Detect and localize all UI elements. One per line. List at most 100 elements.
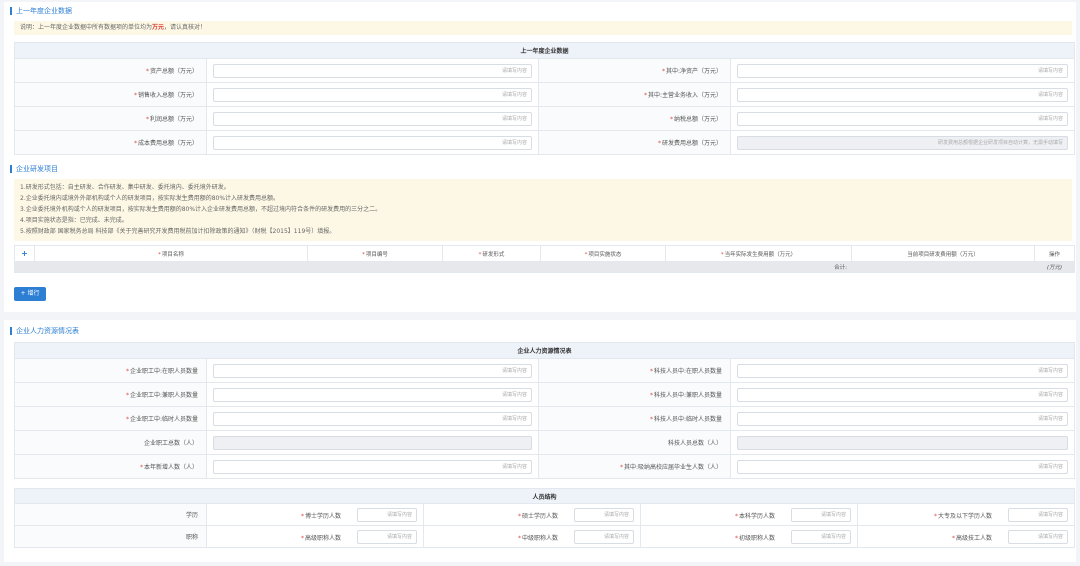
- hr-panel: 企业人力资源情况表 企业人力资源情况表 *企业职工中:在职人员数量 请填写内容 …: [4, 320, 1076, 562]
- staff-total-disabled-input: [213, 435, 532, 450]
- sum-row: 合计: (万元): [14, 261, 1075, 273]
- rd-note-line: 5.按照财政部 国家税务总局 科技部《关于完善研究开发费用税前加计扣除政策的通知…: [20, 228, 336, 235]
- field-label: *利润总额（万元）: [14, 106, 207, 131]
- total-profit-input[interactable]: 请填写内容: [213, 111, 532, 126]
- section-title-last-year: 上一年度企业数据: [10, 7, 72, 15]
- field-label: *本科学历人数: [734, 513, 775, 520]
- rd-note-line: 3.企业委托境外机构或个人的研发项目，按实际发生费用额的80%计入企业研发费用总…: [20, 206, 382, 213]
- table-header: 人员结构: [13, 488, 1076, 504]
- form-row: *企业职工中:在职人员数量 请填写内容 *科技人员中:在职人员数量 请填写内容: [14, 358, 1076, 383]
- personnel-structure-table: 人员结构 学历 *博士学历人数 请填写内容 *硕士学历人数 请填写内容 *本科学历人…: [13, 488, 1076, 548]
- field-label: 科技人员总数（人）: [538, 430, 731, 455]
- notice-unit: 万元: [152, 24, 165, 31]
- hr-table: 企业人力资源情况表 *企业职工中:在职人员数量 请填写内容 *科技人员中:在职人…: [13, 342, 1076, 479]
- field-label: *高级职称人数: [300, 535, 341, 542]
- col-rd-form: *研发形式: [442, 245, 541, 262]
- section-title-rd-projects: 企业研发项目: [10, 165, 58, 173]
- rd-project-table: + *项目名称 *项目编号 *研发形式 *项目实施状态 *当年实际发生费用额（万…: [14, 245, 1075, 273]
- total-tax-input[interactable]: 请填写内容: [737, 111, 1069, 126]
- staff-temporary-input[interactable]: 请填写内容: [213, 411, 532, 426]
- enterprise-data-panel: 上一年度企业数据 说明：上一年度企业数据中所有数据项的单位均为万元，请认真核对！…: [4, 2, 1076, 312]
- form-row: *成本费用总额（万元） 请填写内容 *研发费用总额（万元） 研发费用总额根据企业…: [14, 130, 1076, 155]
- field-label: *高级技工人数: [952, 535, 993, 542]
- field-label: *中级职称人数: [517, 535, 558, 542]
- form-row: *企业职工中:兼职人员数量 请填写内容 *科技人员中:兼职人员数量 请填写内容: [14, 382, 1076, 407]
- field-label: *博士学历人数: [300, 513, 341, 520]
- table-header: 企业人力资源情况表: [13, 342, 1076, 359]
- col-project-name: *项目名称: [34, 245, 308, 262]
- staff-parttime-input[interactable]: 请填写内容: [213, 387, 532, 402]
- junior-title-input[interactable]: 请填写内容: [791, 530, 851, 544]
- field-label: *初级职称人数: [734, 535, 775, 542]
- field-label: *硕士学历人数: [517, 513, 558, 520]
- field-label: *其中:主营业务收入（万元）: [538, 82, 731, 107]
- field-label: *纳税总额（万元）: [538, 106, 731, 131]
- section-title-hr: 企业人力资源情况表: [10, 327, 79, 335]
- col-project-rd-expense: 当前项目研发费用额（万元）: [851, 245, 1035, 262]
- rd-note-line: 4.项目实施状态是指：已完成、未完成。: [20, 217, 128, 224]
- education-label: 学历: [14, 503, 207, 526]
- middle-title-input[interactable]: 请填写内容: [574, 530, 634, 544]
- rd-expense-disabled-input: 研发费用总额根据企业研发项目自动计算，无需手动填写: [737, 135, 1069, 150]
- bachelor-count-input[interactable]: 请填写内容: [791, 508, 851, 522]
- tech-parttime-input[interactable]: 请填写内容: [737, 387, 1069, 402]
- last-year-table: 上一年度企业数据 *资产总额（万元） 请填写内容 *其中:净资产（万元） 请填写…: [13, 42, 1076, 155]
- field-label: *成本费用总额（万元）: [14, 130, 207, 155]
- master-count-input[interactable]: 请填写内容: [574, 508, 634, 522]
- field-label: *企业职工中:兼职人员数量: [14, 382, 207, 407]
- field-label: *其中:净资产（万元）: [538, 58, 731, 83]
- phd-count-input[interactable]: 请填写内容: [357, 508, 417, 522]
- notice-text-end: ，请认真核对！: [164, 24, 207, 31]
- sales-revenue-input[interactable]: 请填写内容: [213, 87, 532, 102]
- field-label: *科技人员中:临时人员数量: [538, 406, 731, 431]
- field-label: *销售收入总额（万元）: [14, 82, 207, 107]
- sum-unit: (万元): [1034, 261, 1075, 273]
- rd-note-line: 2.企业委托境内或境外外部机构或个人的研发项目，按实际发生费用额的80%计入研发…: [20, 195, 280, 202]
- rd-notice: 1.研发形式包括：自主研发、合作研发、集中研发、委托境内、委托境外研发。 2.企…: [14, 179, 1072, 241]
- field-label: *本年新增人数（人）: [14, 454, 207, 479]
- college-count-input[interactable]: 请填写内容: [1008, 508, 1069, 522]
- table-header-row: + *项目名称 *项目编号 *研发形式 *项目实施状态 *当年实际发生费用额（万…: [14, 245, 1075, 262]
- field-label: *资产总额（万元）: [14, 58, 207, 83]
- add-row-plus-icon[interactable]: +: [14, 245, 35, 262]
- col-project-number: *项目编号: [307, 245, 443, 262]
- title-label: 职称: [14, 525, 207, 548]
- form-row: *销售收入总额（万元） 请填写内容 *其中:主营业务收入（万元） 请填写内容: [14, 82, 1076, 107]
- add-row-button[interactable]: + 增行: [14, 287, 46, 301]
- field-label: *其中:吸纳高校应届毕业生人数（人）: [538, 454, 731, 479]
- form-row: *本年新增人数（人） 请填写内容 *其中:吸纳高校应届毕业生人数（人） 请填写内…: [14, 454, 1076, 479]
- net-assets-input[interactable]: 请填写内容: [737, 63, 1069, 78]
- main-business-revenue-input[interactable]: 请填写内容: [737, 87, 1069, 102]
- total-cost-input[interactable]: 请填写内容: [213, 135, 532, 150]
- notice-text: 说明：上一年度企业数据中所有数据项的单位均为: [20, 24, 153, 31]
- field-label: *企业职工中:在职人员数量: [14, 358, 207, 383]
- graduates-input[interactable]: 请填写内容: [737, 459, 1069, 474]
- form-row: *资产总额（万元） 请填写内容 *其中:净资产（万元） 请填写内容: [14, 58, 1076, 83]
- field-label: *企业职工中:临时人员数量: [14, 406, 207, 431]
- form-row: *企业职工中:临时人员数量 请填写内容 *科技人员中:临时人员数量 请填写内容: [14, 406, 1076, 431]
- tech-temporary-input[interactable]: 请填写内容: [737, 411, 1069, 426]
- col-project-status: *项目实施状态: [540, 245, 666, 262]
- col-actual-expense: *当年实际发生费用额（万元）: [665, 245, 852, 262]
- title-row: 职称 *高级职称人数 请填写内容 *中级职称人数 请填写内容 *初级职称人数 请填写内…: [14, 525, 1076, 548]
- tech-fulltime-input[interactable]: 请填写内容: [737, 363, 1069, 378]
- form-row: *利润总额（万元） 请填写内容 *纳税总额（万元） 请填写内容: [14, 106, 1076, 131]
- education-row: 学历 *博士学历人数 请填写内容 *硕士学历人数 请填写内容 *本科学历人数 请填写内…: [14, 503, 1076, 526]
- total-assets-input[interactable]: 请填写内容: [213, 63, 532, 78]
- field-label: 企业职工总数（人）: [14, 430, 207, 455]
- rd-note-line: 1.研发形式包括：自主研发、合作研发、集中研发、委托境内、委托境外研发。: [20, 184, 230, 191]
- table-header: 上一年度企业数据: [13, 42, 1076, 59]
- staff-fulltime-input[interactable]: 请填写内容: [213, 363, 532, 378]
- field-label: *科技人员中:兼职人员数量: [538, 382, 731, 407]
- col-operation: 操作: [1034, 245, 1075, 262]
- sum-label: 合计:: [14, 261, 852, 273]
- field-label: *研发费用总额（万元）: [538, 130, 731, 155]
- new-hires-input[interactable]: 请填写内容: [213, 459, 532, 474]
- tech-total-disabled-input: [737, 435, 1069, 450]
- senior-technician-input[interactable]: 请填写内容: [1008, 530, 1069, 544]
- field-label: *科技人员中:在职人员数量: [538, 358, 731, 383]
- form-row: 企业职工总数（人） 科技人员总数（人）: [14, 430, 1076, 455]
- senior-title-input[interactable]: 请填写内容: [357, 530, 417, 544]
- field-label: *大专及以下学历人数: [934, 513, 993, 520]
- last-year-notice: 说明：上一年度企业数据中所有数据项的单位均为万元，请认真核对！: [14, 21, 1072, 35]
